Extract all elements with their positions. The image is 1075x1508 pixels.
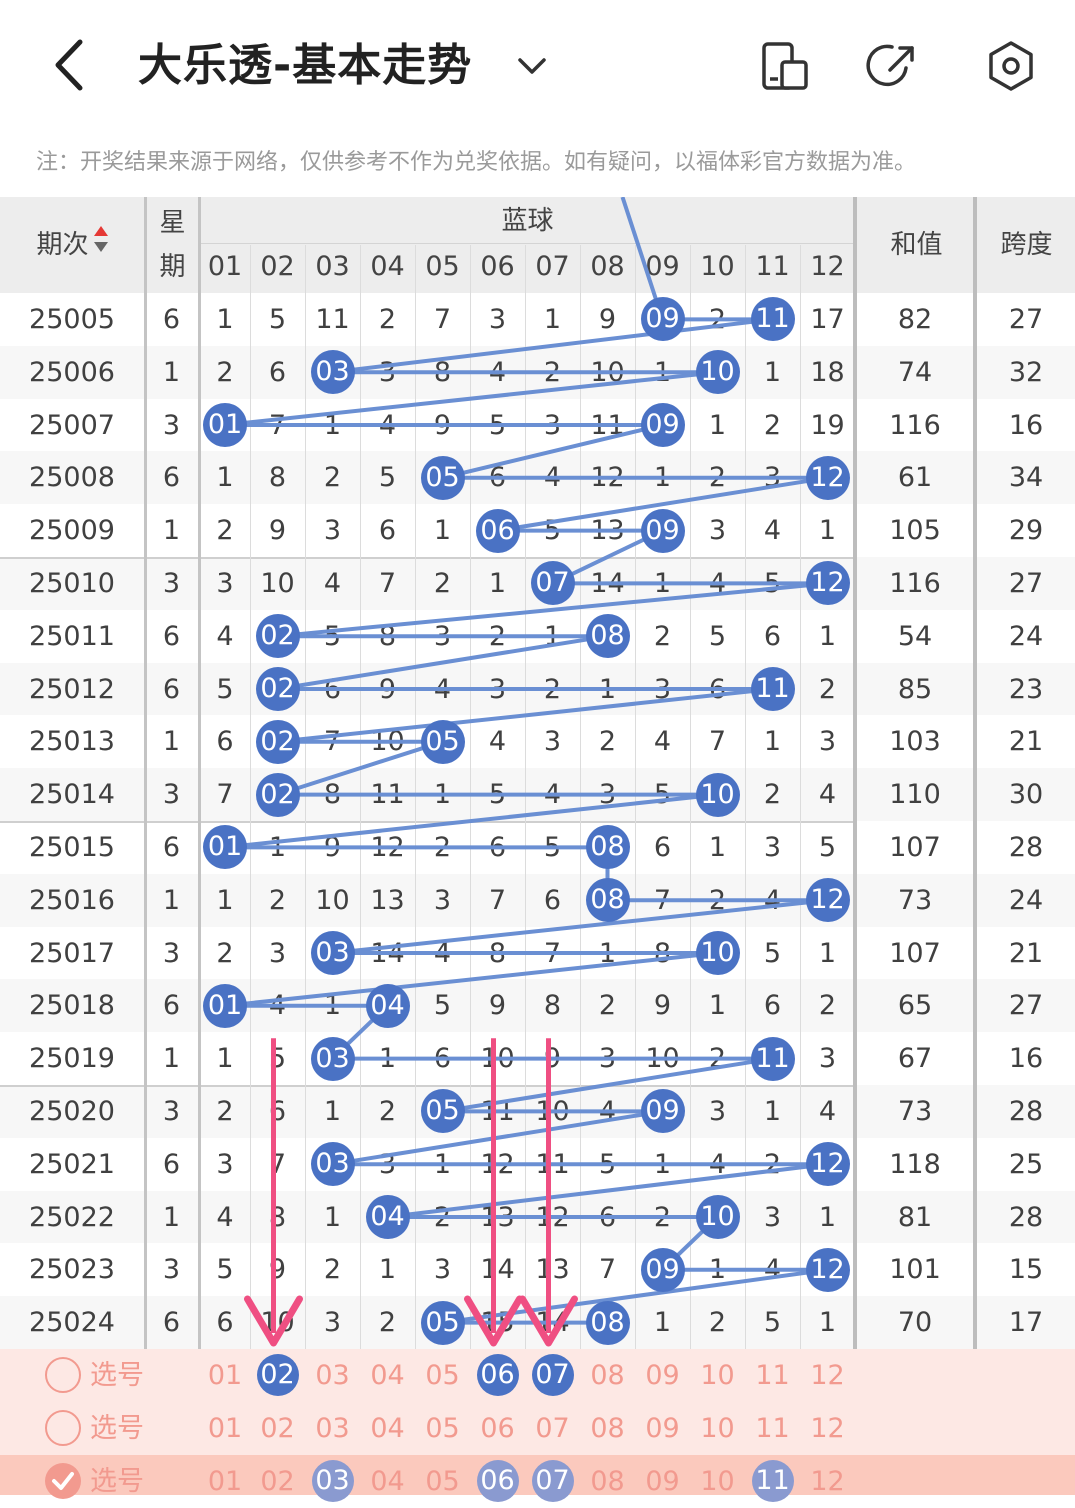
chevron-down-icon[interactable] (512, 46, 552, 86)
page-title[interactable]: 大乐透-基本走势 (138, 36, 472, 96)
annotation-arrow (519, 1038, 578, 1347)
annotation-arrows (244, 1038, 578, 1347)
disclaimer-notice: 注：开奖结果来源于网络，仅供参考不作为兑奖依据。如有疑问，以福体彩官方数据为准。 (36, 150, 917, 175)
settings-icon[interactable] (983, 38, 1039, 94)
annotation-arrow (244, 1038, 303, 1347)
rotate-screen-icon[interactable] (756, 38, 812, 94)
annotation-arrow (464, 1038, 523, 1347)
top-bar: 大乐透-基本走势 (0, 0, 1075, 130)
share-icon[interactable] (866, 38, 922, 94)
trend-chart-app: 大乐透-基本走势 注：开奖结果来源于网络，仅供参考不作为兑奖依据。如有疑问，以福… (0, 0, 1075, 1502)
trend-table: 期次星期蓝球 01 02 03 04 05 06 07 08 09 10 11 12 和值 跨度 25005 6… (0, 197, 1075, 1502)
back-arrow-icon[interactable] (40, 30, 100, 100)
